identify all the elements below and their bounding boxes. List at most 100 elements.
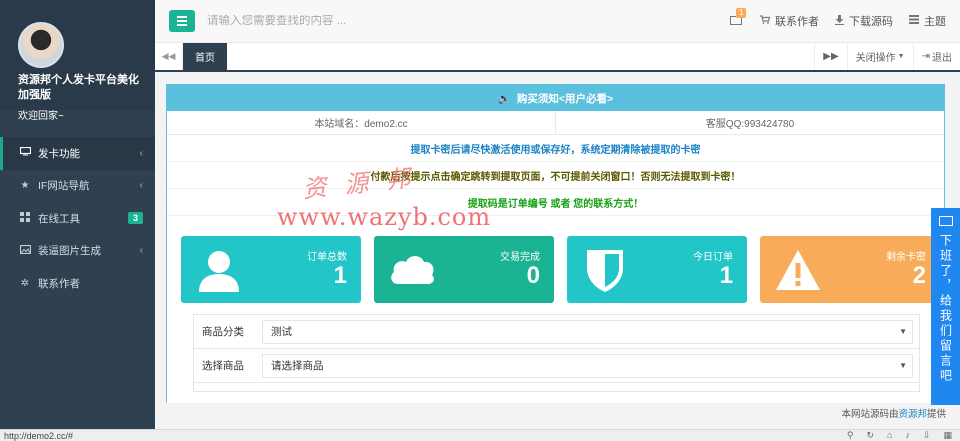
support-qq: 客服QQ:993424780 [555, 111, 944, 134]
menu-toggle-button[interactable] [169, 10, 195, 32]
sidebar-item-online-tools[interactable]: 在线工具 3 [0, 202, 155, 235]
chevron-left-icon: ‹ [139, 245, 143, 257]
stat-remaining-cards[interactable]: 剩余卡密 2 [760, 236, 940, 303]
tabs-controls: ▶▶ 关闭操作 ▼ ⇥ 退出 [814, 43, 960, 70]
stat-total-orders[interactable]: 订单总数 1 [181, 236, 361, 303]
purchase-notice-panel: 🔈 购买须知<用户必看> 本站域名：demo2.cc 客服QQ:99342478… [166, 84, 945, 403]
image-icon [18, 244, 32, 257]
leave-message-text: 下班了，给我们留言吧 [938, 234, 953, 384]
panel-title: 购买须知<用户必看> [516, 92, 614, 105]
speaker-icon[interactable]: ♪ [905, 430, 910, 441]
chevron-left-icon: ‹ [139, 180, 143, 192]
stats-cards: 订单总数 1 交易完成 0 今日订单 1 剩余卡密 2 [181, 236, 940, 303]
close-operations-label: 关闭操作 [855, 53, 896, 64]
search-input[interactable] [207, 15, 447, 27]
sidebar-item-image-generator[interactable]: 装逼图片生成 ‹ [0, 235, 155, 268]
product-value: 请选择商品 [271, 360, 324, 372]
sidebar-item-label: IF网站导航 [38, 180, 90, 193]
mail-icon: 1 [730, 8, 747, 26]
pin-icon[interactable]: ⚲ [847, 430, 854, 441]
messages-button[interactable]: 1 [730, 8, 747, 26]
stat-completed[interactable]: 交易完成 0 [374, 236, 554, 303]
close-operations-dropdown[interactable]: 关闭操作 ▼ [846, 43, 913, 70]
tabs-scroll-right-button[interactable]: ▶▶ [814, 43, 846, 70]
stat-label: 今日订单 [693, 252, 733, 263]
category-select[interactable]: 测试 ▼ [262, 319, 913, 344]
stat-label: 订单总数 [307, 252, 347, 263]
footer-link[interactable]: 资源邦 [898, 409, 927, 420]
notice-payment: 付款后按提示点击确定跳转到提取页面，不可提前关闭窗口！否则无法提取到卡密！ [167, 162, 944, 189]
count-badge: 3 [127, 212, 143, 225]
star-icon: ★ [20, 180, 30, 192]
stat-value: 1 [333, 262, 347, 289]
panel-header: 🔈 购买须知<用户必看> [167, 85, 944, 111]
theme-link[interactable]: 主题 [909, 13, 946, 29]
footer-credit: 本网站源码由资源邦提供 [155, 406, 960, 422]
grid-icon[interactable]: ▦ [943, 430, 952, 441]
stat-value: 1 [719, 262, 733, 289]
logout-label: 退出 [932, 53, 952, 64]
site-info-row: 本站域名：demo2.cc 客服QQ:993424780 [167, 111, 944, 135]
profile-block: 资源邦个人发卡平台美化加强版 欢迎回家~ [0, 0, 155, 122]
topbar-actions: 1 联系作者 下载源码 主题 [730, 8, 960, 29]
stat-today-orders[interactable]: 今日订单 1 [567, 236, 747, 303]
refresh-icon[interactable]: ↻ [866, 430, 874, 441]
cloud-icon [391, 256, 434, 284]
tabs-scroll-left-button[interactable]: ◀◀ [155, 43, 183, 70]
contact-author-link[interactable]: 联系作者 [760, 13, 819, 29]
profile-name[interactable]: 资源邦个人发卡平台美化加强版 [18, 73, 148, 103]
warning-icon [776, 250, 820, 290]
user-icon [199, 251, 239, 292]
site-domain: 本站域名：demo2.cc [314, 119, 408, 130]
theme-label: 主题 [924, 16, 946, 28]
notice-extract-code: 提取码是订单编号 或者 您的联系方式！ [167, 189, 944, 216]
cart-icon [760, 15, 771, 27]
welcome-text: 欢迎回家~ [18, 111, 64, 122]
shield-icon [587, 250, 623, 292]
stat-value: 2 [912, 262, 926, 289]
product-row: 选择商品 请选择商品 ▼ [194, 349, 919, 383]
browser-status-bar: http://demo2.cc/# ⚲ ↻ ⌂ ♪ ⇩ ▦ [0, 429, 960, 441]
stat-label: 剩余卡密 [886, 252, 926, 263]
download-source-link[interactable]: 下载源码 [835, 13, 893, 29]
footer-suffix: 提供 [926, 409, 946, 420]
sidebar-item-site-nav[interactable]: ★ IF网站导航 ‹ [0, 170, 155, 203]
logout-button[interactable]: ⇥ 退出 [912, 43, 960, 70]
caret-down-icon: ▼ [899, 326, 907, 336]
download-icon[interactable]: ⇩ [923, 430, 931, 441]
contact-author-label: 联系作者 [775, 16, 819, 28]
avatar[interactable] [18, 22, 64, 68]
product-select[interactable]: 请选择商品 ▼ [262, 353, 913, 378]
sidebar-item-card-functions[interactable]: 发卡功能 ‹ [0, 137, 155, 170]
bank-icon[interactable]: ⌂ [887, 430, 892, 441]
page-tabs-bar: ◀◀ 首页 ▶▶ 关闭操作 ▼ ⇥ 退出 [155, 43, 960, 72]
logout-icon: ⇥ [921, 51, 930, 62]
speaker-icon: 🔈 [497, 92, 511, 105]
category-value: 测试 [271, 326, 292, 338]
sidebar-item-label: 联系作者 [38, 277, 80, 290]
status-icons: ⚲ ↻ ⌂ ♪ ⇩ ▦ [847, 430, 960, 441]
caret-down-icon: ▼ [897, 53, 905, 60]
sidebar-item-label: 装逼图片生成 [38, 245, 101, 258]
category-label: 商品分类 [202, 326, 244, 338]
grid-icon [18, 211, 32, 225]
double-chevron-right-icon: ▶▶ [823, 51, 839, 62]
list-icon [909, 15, 919, 27]
stat-value: 0 [526, 262, 540, 289]
monitor-icon [18, 147, 32, 159]
sidebar-menu: 发卡功能 ‹ ★ IF网站导航 ‹ 在线工具 3 装逼图片生成 ‹ ✲ 联系作者 [0, 137, 155, 300]
download-icon [835, 14, 844, 28]
hamburger-icon [177, 16, 187, 18]
status-url: http://demo2.cc/# [4, 430, 74, 441]
order-form: 商品分类 测试 ▼ 选择商品 请选择商品 ▼ [193, 314, 920, 392]
gear-icon: ✲ [20, 277, 30, 289]
caret-down-icon: ▼ [899, 360, 907, 370]
mail-count-badge: 1 [736, 8, 747, 18]
floating-contact-widget[interactable]: 下班了，给我们留言吧 [931, 208, 960, 405]
tab-home[interactable]: 首页 [183, 43, 227, 70]
sidebar-item-contact-author[interactable]: ✲ 联系作者 [0, 267, 155, 300]
product-label: 选择商品 [202, 360, 244, 372]
sidebar: 资源邦个人发卡平台美化加强版 欢迎回家~ 发卡功能 ‹ ★ IF网站导航 ‹ 在… [0, 0, 155, 429]
main-content: 🔈 购买须知<用户必看> 本站域名：demo2.cc 客服QQ:99342478… [155, 74, 960, 403]
chevron-left-icon: ‹ [139, 147, 143, 159]
